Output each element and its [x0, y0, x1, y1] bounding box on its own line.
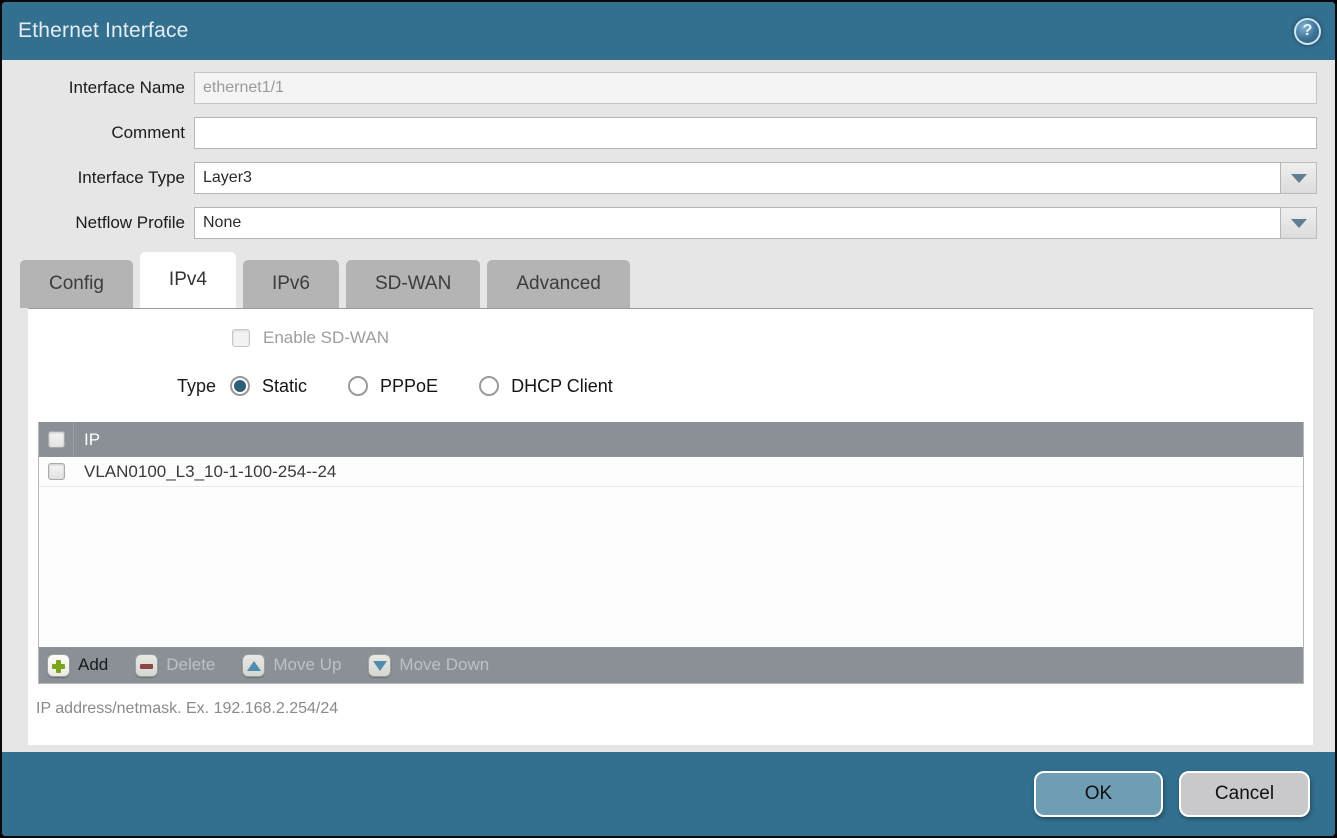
select-all-checkbox[interactable] [48, 431, 65, 448]
ip-column-header: IP [74, 430, 100, 450]
move-up-button: Move Up [242, 654, 341, 677]
radio-pppoe-icon[interactable] [348, 376, 368, 396]
interface-name-input [194, 72, 1317, 104]
delete-button: Delete [135, 654, 215, 677]
radio-dhcp-label: DHCP Client [511, 376, 613, 397]
radio-static-icon[interactable] [230, 376, 250, 396]
delete-button-label: Delete [166, 655, 215, 675]
ip-table: IP VLAN0100_L3_10-1-100-254--24 Add [38, 422, 1304, 684]
radio-static-label: Static [262, 376, 307, 397]
enable-sdwan-label: Enable SD-WAN [263, 328, 389, 348]
row-ip-value[interactable]: VLAN0100_L3_10-1-100-254--24 [74, 462, 336, 482]
arrow-down-icon [368, 654, 391, 677]
comment-label: Comment [2, 123, 194, 143]
tab-advanced[interactable]: Advanced [487, 260, 630, 308]
minus-icon [135, 654, 158, 677]
tab-ipv6[interactable]: IPv6 [243, 260, 339, 308]
chevron-down-icon [1291, 219, 1307, 228]
netflow-profile-dropdown[interactable] [194, 207, 1317, 239]
ethernet-interface-dialog: Ethernet Interface ? Interface Name Comm… [0, 0, 1337, 838]
arrow-up-icon [242, 654, 265, 677]
radio-option-dhcp-client[interactable]: DHCP Client [479, 376, 613, 397]
netflow-profile-dropdown-button[interactable] [1281, 207, 1317, 239]
row-checkbox-cell [39, 457, 74, 486]
form-row-comment: Comment [2, 117, 1317, 149]
interface-type-dropdown[interactable] [194, 162, 1317, 194]
header-checkbox-cell [39, 422, 74, 457]
chevron-down-icon [1291, 174, 1307, 183]
tabstrip: Config IPv4 IPv6 SD-WAN Advanced [2, 252, 1335, 308]
row-checkbox[interactable] [48, 463, 65, 480]
dialog-titlebar: Ethernet Interface ? [2, 2, 1335, 60]
ip-table-body: VLAN0100_L3_10-1-100-254--24 [39, 457, 1303, 647]
enable-sdwan-row: Enable SD-WAN [232, 329, 1313, 347]
help-icon[interactable]: ? [1294, 18, 1321, 45]
add-button-label: Add [78, 655, 108, 675]
tab-sdwan[interactable]: SD-WAN [346, 260, 480, 308]
comment-field-wrap [194, 117, 1317, 149]
dialog-footer: OK Cancel [2, 752, 1335, 836]
move-up-button-label: Move Up [273, 655, 341, 675]
netflow-profile-value[interactable] [194, 207, 1281, 239]
table-row[interactable]: VLAN0100_L3_10-1-100-254--24 [39, 457, 1303, 487]
interface-name-label: Interface Name [2, 78, 194, 98]
interface-name-field-wrap [194, 72, 1317, 104]
cancel-button[interactable]: Cancel [1179, 771, 1310, 817]
tab-ipv4[interactable]: IPv4 [140, 252, 236, 308]
type-radio-group: Static PPPoE DHCP Client [230, 376, 613, 397]
radio-option-static[interactable]: Static [230, 376, 307, 397]
enable-sdwan-checkbox [232, 329, 250, 347]
ok-button[interactable]: OK [1034, 771, 1163, 817]
interface-type-value[interactable] [194, 162, 1281, 194]
move-down-button: Move Down [368, 654, 489, 677]
form-row-interface-type: Interface Type [2, 162, 1317, 194]
interface-type-dropdown-button[interactable] [1281, 162, 1317, 194]
interface-type-label: Interface Type [2, 168, 194, 188]
netflow-profile-label: Netflow Profile [2, 213, 194, 233]
comment-input[interactable] [194, 117, 1317, 149]
dialog-content: Interface Name Comment Interface Type Ne… [2, 60, 1335, 752]
type-label: Type [28, 376, 216, 397]
add-button[interactable]: Add [47, 654, 108, 677]
ip-hint-text: IP address/netmask. Ex. 192.168.2.254/24 [36, 700, 1313, 718]
form-row-netflow-profile: Netflow Profile [2, 207, 1317, 239]
form-row-interface-name: Interface Name [2, 72, 1317, 104]
radio-option-pppoe[interactable]: PPPoE [348, 376, 438, 397]
ip-table-header: IP [39, 422, 1303, 457]
ip-table-toolbar: Add Delete Move Up Move Down [39, 647, 1303, 683]
tab-config[interactable]: Config [20, 260, 133, 308]
radio-pppoe-label: PPPoE [380, 376, 438, 397]
dialog-title: Ethernet Interface [18, 19, 189, 43]
plus-icon [47, 654, 70, 677]
type-row: Type Static PPPoE DHCP Client [28, 374, 1313, 398]
move-down-button-label: Move Down [399, 655, 489, 675]
radio-dhcp-icon[interactable] [479, 376, 499, 396]
content-bottom-gap [2, 745, 1335, 752]
ipv4-tab-panel: Enable SD-WAN Type Static PPPoE DHCP C [28, 308, 1313, 745]
